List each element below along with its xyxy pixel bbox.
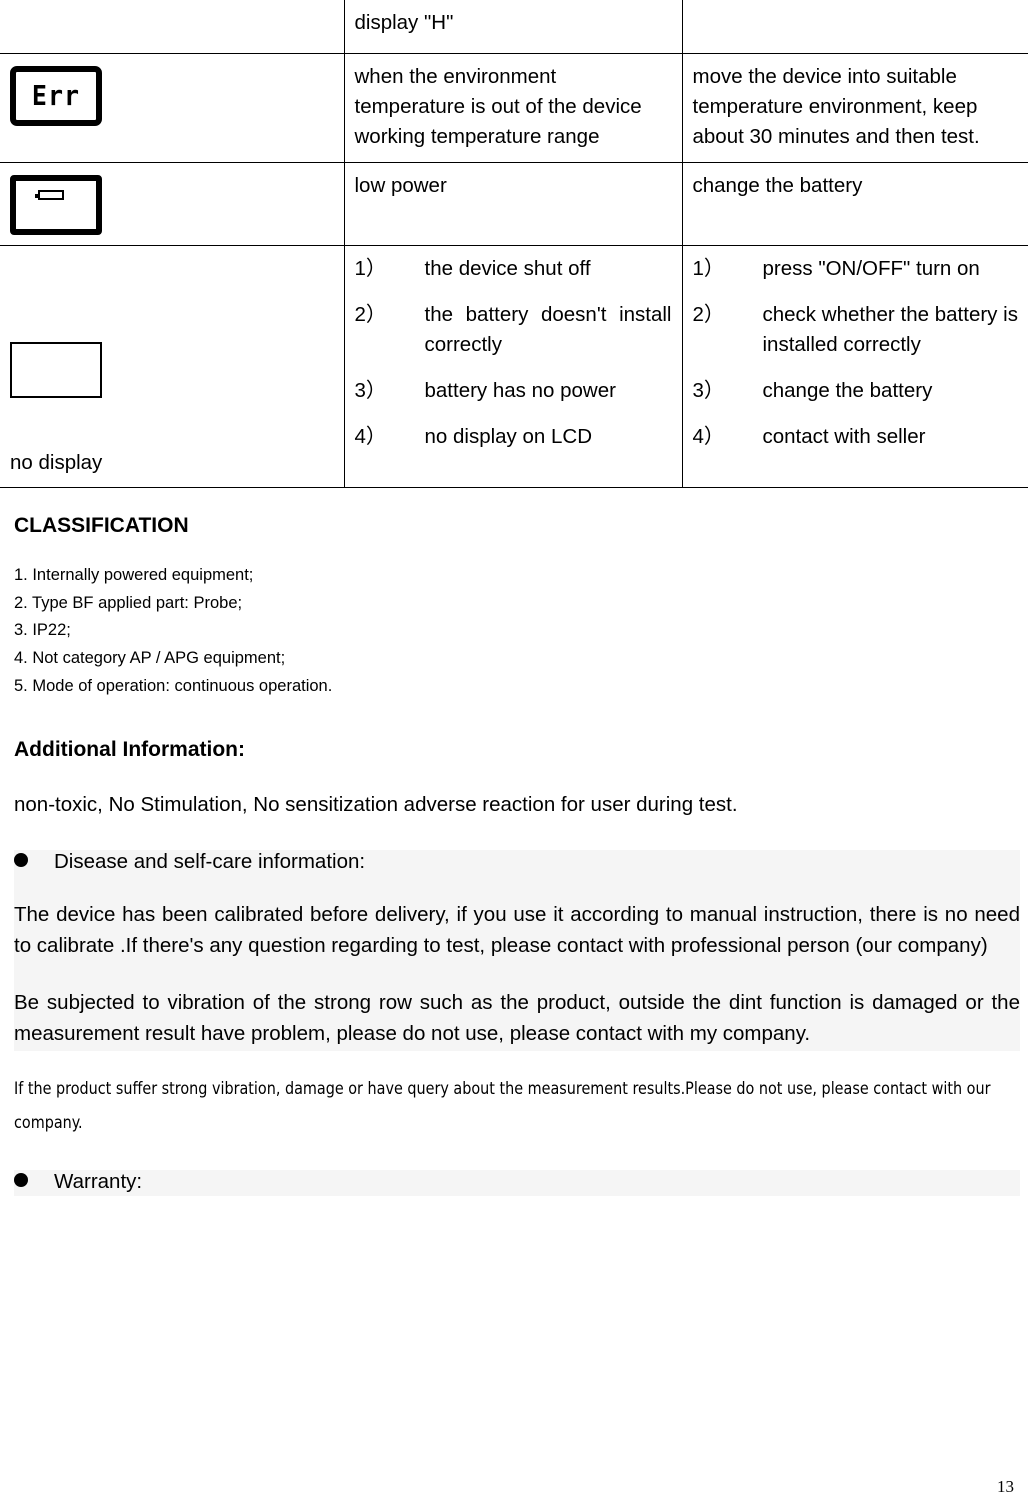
bullet-label: Warranty:: [54, 1169, 143, 1193]
no-display-label: no display: [10, 450, 103, 474]
lcd-error-text: Err: [31, 79, 81, 112]
table-cell-cause: when the environment temperature is out …: [343, 52, 683, 163]
lcd-error-icon: Err: [10, 62, 334, 126]
classification-item: 4. Not category AP / APG equipment;: [14, 648, 286, 667]
lcd-blank-icon: [10, 254, 334, 398]
list-text: contact with seller: [762, 425, 926, 449]
document-body: CLASSIFICATION 1. Internally powered equ…: [0, 512, 1028, 1196]
cause-text: display "H": [354, 11, 454, 34]
list-item: 4） contact with seller: [693, 422, 1019, 452]
table-cell-cause: low power: [343, 161, 683, 246]
table-cell-icon: [0, 0, 345, 54]
table-cell-fix: 1） press "ON/OFF" turn on 2） check wheth…: [681, 244, 1028, 488]
classification-item: 5. Mode of operation: continuous operati…: [14, 676, 333, 695]
cause-text: when the environment temperature is out …: [354, 64, 642, 148]
list-text: battery has no power: [424, 379, 616, 403]
list-text: check whether the battery is installed c…: [762, 303, 1019, 357]
list-number: 4）: [692, 425, 725, 449]
cause-text: low power: [354, 173, 447, 197]
additional-intro-paragraph: non-toxic, No Stimulation, No sensitizat…: [14, 792, 738, 816]
bullet-label: Disease and self-care information:: [54, 850, 366, 874]
table-cell-fix: move the device into suitable temperatur…: [681, 52, 1028, 163]
bullet-disease-information: Disease and self-care information:: [14, 850, 1020, 874]
list-item: 3） change the battery: [693, 376, 1019, 406]
table-cell-cause: 1） the device shut off 2） the battery do…: [343, 244, 683, 488]
table-row: no display 1） the device shut off 2） the…: [0, 244, 1028, 488]
list-text: no display on LCD: [424, 425, 593, 449]
highlighted-block-disease: Disease and self-care information: The d…: [14, 850, 1020, 1052]
list-number: 3）: [354, 379, 387, 403]
table-row: display "H": [0, 0, 1028, 54]
vibration-paragraph: Be subjected to vibration of the strong …: [14, 990, 1020, 1045]
list-text: press "ON/OFF" turn on: [762, 256, 980, 280]
table-row: low power change the battery: [0, 161, 1028, 246]
highlighted-block-warranty: Warranty:: [14, 1169, 1020, 1196]
table-cell-icon: Err: [0, 52, 345, 163]
table-cell-cause: display "H": [343, 0, 683, 54]
classification-item: 3. IP22;: [14, 621, 71, 640]
classification-item: 2. Type BF applied part: Probe;: [14, 593, 243, 612]
list-number: 3）: [692, 379, 725, 403]
table-cell-icon: no display: [0, 244, 345, 488]
fix-text: move the device into suitable temperatur…: [692, 64, 980, 148]
list-number: 1）: [354, 256, 387, 280]
table-cell-fix: [681, 0, 1028, 54]
small-note-paragraph: If the product suffer strong vibration, …: [14, 1079, 991, 1133]
lcd-low-battery-icon: [10, 171, 334, 235]
list-number: 4）: [354, 425, 387, 449]
list-number: 2）: [354, 303, 387, 326]
classification-item: 1. Internally powered equipment;: [14, 565, 254, 584]
table-cell-icon: [0, 161, 345, 246]
list-item: 3） battery has no power: [355, 376, 672, 406]
page-number: 13: [997, 1477, 1014, 1496]
battery-icon: [35, 189, 64, 200]
troubleshooting-table: display "H" Err when the environment tem…: [0, 0, 1028, 488]
list-item: 1） press "ON/OFF" turn on: [693, 254, 1019, 284]
list-text: the battery doesn't install correctly: [424, 303, 672, 357]
list-text: the device shut off: [424, 256, 591, 280]
list-item: 2） check whether the battery is installe…: [693, 300, 1019, 360]
table-cell-fix: change the battery: [681, 161, 1028, 246]
table-row: Err when the environment temperature is …: [0, 52, 1028, 163]
fix-text: change the battery: [692, 173, 863, 197]
bullet-warranty: Warranty:: [14, 1170, 1020, 1194]
list-item: 4） no display on LCD: [355, 422, 672, 452]
bullet-dot-icon: [14, 853, 28, 868]
additional-information-heading: Additional Information:: [14, 738, 245, 762]
bullet-dot-icon: [14, 1172, 28, 1187]
list-number: 2）: [692, 303, 725, 326]
list-item: 1） the device shut off: [355, 254, 672, 284]
list-text: change the battery: [762, 379, 933, 403]
list-number: 1）: [692, 256, 725, 280]
calibration-paragraph: The device has been calibrated before de…: [14, 903, 1020, 958]
list-item: 2） the battery doesn't install correctly: [355, 300, 672, 360]
classification-list: 1. Internally powered equipment; 2. Type…: [14, 562, 1020, 701]
classification-heading: CLASSIFICATION: [14, 513, 189, 537]
